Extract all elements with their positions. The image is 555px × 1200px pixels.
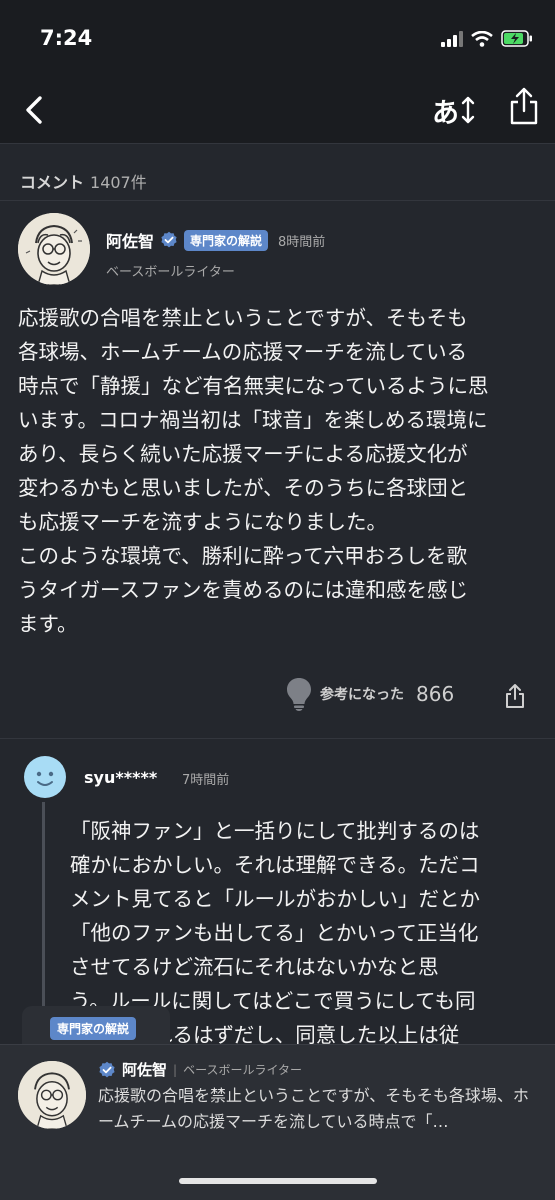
smiley-face-icon <box>36 771 54 786</box>
helpful-label: 参考になった <box>320 687 404 703</box>
author-name[interactable]: 阿佐智 <box>106 228 154 252</box>
comment-body: 応援歌の合唱を禁止ということですが、そもそも 各球場、ホームチームの応援マーチを… <box>18 306 489 636</box>
expert-panel-avatar <box>18 1061 86 1129</box>
expert-badge: 専門家の解説 <box>184 229 269 251</box>
status-icons <box>441 30 533 47</box>
status-bar: 7:24 <box>0 0 555 78</box>
verified-check-icon <box>99 1061 115 1077</box>
expert-panel-author: 阿佐智 <box>122 1061 168 1079</box>
battery-charging-icon <box>501 30 532 47</box>
expert-panel-occupation: ベースボールライター <box>183 1063 302 1077</box>
reply-author-name[interactable]: syu***** <box>84 768 157 787</box>
author-row: 阿佐智 専門家の解説 8時間前 <box>106 228 325 252</box>
comment-time: 8時間前 <box>278 234 326 250</box>
comments-header: コメント 1407件 <box>0 145 555 201</box>
author-occupation: ベースボールライター <box>106 265 235 280</box>
expert-panel[interactable]: 阿佐智 | ベースボールライター 応援歌の合唱を禁止ということですが、そもそも各… <box>0 1044 555 1200</box>
lightbulb-icon <box>287 678 311 711</box>
up-down-arrows-icon <box>461 96 475 124</box>
comments-count: 1407件 <box>90 173 147 192</box>
expert-panel-badge: 専門家の解説 <box>50 1017 137 1040</box>
expert-comment: 阿佐智 専門家の解説 8時間前 ベースボールライター 応援歌の合唱を禁止というこ… <box>0 201 555 739</box>
comment-share-icon[interactable] <box>504 683 526 709</box>
expert-panel-separator: | <box>173 1062 178 1077</box>
font-size-button[interactable]: あ <box>432 92 475 129</box>
reply-avatar[interactable] <box>24 756 66 798</box>
home-indicator[interactable] <box>179 1178 377 1184</box>
caricature-icon <box>18 213 90 285</box>
caricature-icon <box>18 1061 86 1129</box>
status-time: 7:24 <box>40 26 93 50</box>
reply-time: 7時間前 <box>182 773 230 788</box>
cellular-signal-icon <box>441 30 463 47</box>
share-icon[interactable] <box>508 86 540 126</box>
nav-bar: あ <box>0 78 555 144</box>
expert-panel-author-row: 阿佐智 | ベースボールライター <box>98 1059 302 1080</box>
back-arrow-icon[interactable] <box>18 92 54 128</box>
helpful-button[interactable]: 参考になった 866 <box>286 677 454 711</box>
wifi-icon <box>471 30 493 47</box>
verified-check-icon <box>161 231 177 248</box>
helpful-count: 866 <box>416 682 455 706</box>
comments-heading: コメント <box>20 173 85 192</box>
expert-panel-excerpt: 応援歌の合唱を禁止ということですが、そもそも各球場、ホームチームの応援マーチを流… <box>98 1086 529 1131</box>
font-size-label: あ <box>432 97 459 129</box>
author-avatar[interactable] <box>18 213 90 285</box>
